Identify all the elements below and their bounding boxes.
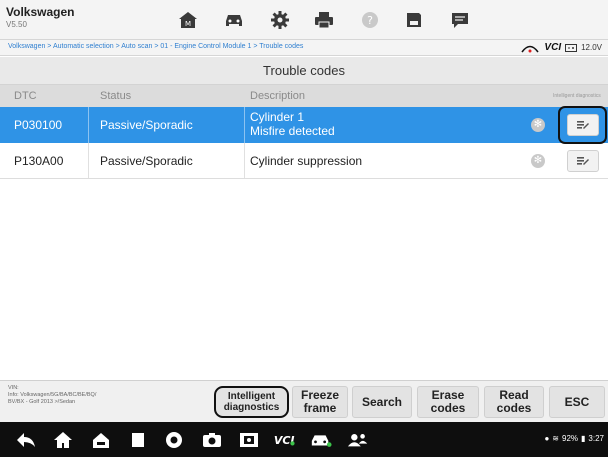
settings-icon: [271, 11, 289, 29]
erase-codes-button[interactable]: Erase codes: [417, 386, 479, 418]
remote-support-icon: [347, 434, 368, 447]
battery-level: 92%: [562, 434, 579, 443]
dtc-code: P030100: [14, 118, 63, 132]
top-toolbar: Volkswagen V5.50 M ?: [0, 0, 608, 40]
app-version: V5.50: [6, 20, 27, 29]
intelligent-diagnostics-label-1: Intelligent: [227, 391, 276, 402]
brand-block: Volkswagen V5.50: [6, 5, 74, 29]
vehicle-info: VIN: Info: Volkswagen/5G/BA/BC/BE/BQ/ BV…: [8, 385, 96, 406]
wifi-icon: ≋: [552, 434, 559, 443]
svg-text:M: M: [185, 20, 191, 28]
screen-record-icon: [240, 433, 258, 447]
intelligent-diagnostics-label-2: diagnostics: [223, 402, 280, 413]
screenshot-button[interactable]: [201, 429, 223, 451]
home-icon: M: [179, 12, 197, 28]
home-outline-icon: [54, 432, 72, 448]
report-edit-icon: [577, 157, 589, 165]
recent-apps-icon: [132, 433, 144, 447]
browser-button[interactable]: [163, 429, 185, 451]
column-divider: [244, 143, 245, 178]
battery-icon: ▮: [581, 434, 586, 443]
description-line-2: Misfire detected: [250, 124, 335, 138]
table-title: Trouble codes: [0, 57, 608, 85]
search-button[interactable]: Search: [352, 386, 412, 418]
svg-text:VCI: VCI: [274, 434, 295, 447]
description-line-1: Cylinder 1: [250, 110, 305, 124]
chat-button[interactable]: [448, 8, 472, 32]
header-intelligent-diagnostics: Intelligent diagnostics: [553, 93, 601, 99]
table-row[interactable]: P030100 Passive/Sporadic Cylinder 1 Misf…: [0, 107, 608, 143]
table-header: DTC Status Description Intelligent diagn…: [0, 85, 608, 107]
function-bar: VIN: Info: Volkswagen/5G/BA/BC/BE/BQ/ BV…: [0, 380, 608, 422]
dtc-description: Cylinder suppression: [250, 154, 363, 168]
remote-support-button[interactable]: [347, 429, 369, 451]
esc-label: ESC: [564, 394, 590, 409]
home-nav-button[interactable]: [52, 429, 74, 451]
brand-name: Volkswagen: [6, 5, 75, 19]
header-dtc: DTC: [14, 90, 37, 102]
vci-status: VCI 12.0V: [520, 42, 602, 53]
header-description: Description: [250, 90, 306, 102]
clock: 3:27: [588, 434, 604, 443]
read-codes-button[interactable]: Read codes: [484, 386, 544, 418]
dtc-status: Passive/Sporadic: [100, 154, 193, 168]
back-button[interactable]: [15, 429, 37, 451]
battery-voltage-icon: [565, 44, 578, 52]
help-button[interactable]: ?: [358, 8, 382, 32]
print-button[interactable]: [312, 8, 336, 32]
voltage-reading: 12.0V: [581, 43, 602, 52]
chat-icon: [452, 13, 468, 28]
vci-manager-button[interactable]: VCI: [273, 429, 295, 451]
car-icon: [311, 435, 332, 447]
column-divider: [88, 107, 89, 143]
column-divider: [88, 143, 89, 178]
browser-icon: [166, 432, 182, 448]
dtc-description: Cylinder 1 Misfire detected: [250, 110, 335, 138]
search-label: Search: [361, 394, 403, 409]
vin-label: VIN:: [8, 385, 19, 391]
highlight-outline: [558, 106, 607, 144]
intelligent-diagnostics-button[interactable]: Intelligent diagnostics: [214, 386, 289, 418]
esc-button[interactable]: ESC: [549, 386, 605, 418]
header-status: Status: [100, 90, 132, 102]
home-button[interactable]: M: [176, 8, 200, 32]
print-icon: [315, 12, 333, 29]
save-button[interactable]: [402, 8, 426, 32]
column-divider: [244, 107, 245, 143]
vehicle-nav-button[interactable]: [310, 429, 332, 451]
vehicle-icon: [226, 15, 242, 26]
vehicle-button[interactable]: [222, 8, 246, 32]
vehicle-info-line-1: Info: Volkswagen/5G/BA/BC/BE/BQ/: [8, 392, 97, 398]
freeze-frame-label-2: frame: [303, 401, 337, 415]
settings-button[interactable]: [268, 8, 292, 32]
freeze-frame-icon[interactable]: ✻: [531, 118, 545, 132]
vci-icon: VCI: [274, 434, 295, 447]
system-nav-bar: VCI ● ≋ 92% ▮ 3:27: [0, 422, 608, 457]
read-codes-label-2: codes: [496, 401, 532, 415]
vci-logo: VCI: [544, 42, 562, 53]
freeze-frame-button[interactable]: Freeze frame: [292, 386, 348, 418]
connection-icon: [521, 45, 540, 52]
dtc-status: Passive/Sporadic: [100, 118, 193, 132]
save-icon: [407, 13, 421, 27]
breadcrumb-bar: Volkswagen > Automatic selection > Auto …: [0, 40, 608, 56]
notification-icon: ●: [544, 434, 550, 443]
erase-codes-label-2: codes: [430, 401, 466, 415]
camera-icon: [203, 433, 221, 447]
back-icon: [17, 433, 35, 447]
freeze-frame-icon[interactable]: ✻: [531, 154, 545, 168]
screen-record-button[interactable]: [238, 429, 260, 451]
breadcrumb[interactable]: Volkswagen > Automatic selection > Auto …: [8, 43, 303, 50]
system-status: ● ≋ 92% ▮ 3:27: [544, 434, 604, 443]
svg-text:?: ?: [367, 14, 373, 27]
app-home-button[interactable]: [90, 429, 112, 451]
intelligent-diagnostics-row-button[interactable]: [567, 150, 599, 172]
vehicle-info-line-2: BV/BX - Golf 2013 >/Sedan: [8, 399, 76, 405]
table-row[interactable]: P130A00 Passive/Sporadic Cylinder suppre…: [0, 143, 608, 179]
house-icon: [93, 433, 109, 448]
help-icon: ?: [362, 12, 378, 28]
recent-apps-button[interactable]: [127, 429, 149, 451]
dtc-code: P130A00: [14, 154, 64, 168]
